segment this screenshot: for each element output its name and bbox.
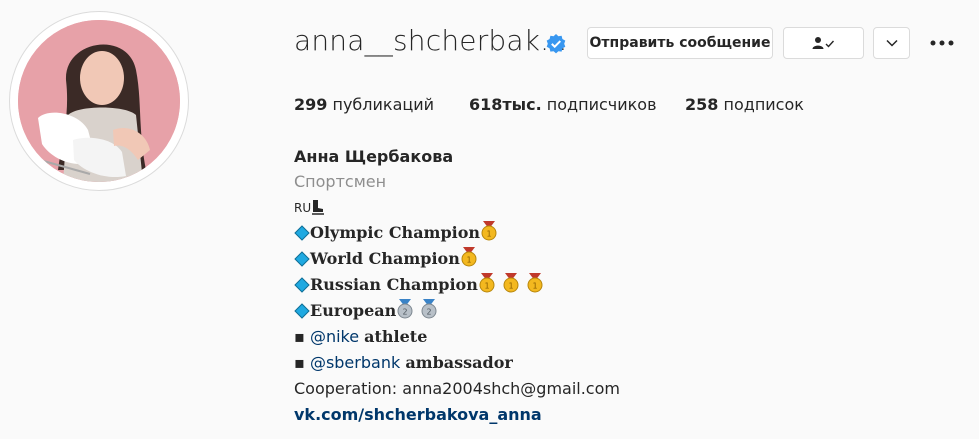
gold-medal-icon: 1 — [527, 273, 543, 293]
russian-text: Russian Champion — [310, 275, 478, 294]
bio-line-sberbank: ▪ @sberbank ambassador — [294, 350, 513, 376]
svg-text:1: 1 — [532, 282, 537, 291]
blue-diamond-icon — [294, 225, 310, 241]
world-text: World Champion — [310, 249, 460, 268]
cooperation-text: Cooperation: anna2004shch@gmail.com — [294, 379, 620, 398]
username: anna__shcherbak... — [294, 24, 568, 57]
user-check-icon — [812, 37, 834, 49]
silver-medal-icon: 2 — [397, 299, 413, 319]
bio-line-world: World Champion 1 — [294, 246, 478, 272]
blue-diamond-icon — [294, 303, 310, 319]
following-stat[interactable]: 258 подписок — [685, 95, 804, 114]
ice-skate-icon — [312, 200, 325, 215]
bullet: ▪ — [294, 327, 305, 346]
following-button[interactable] — [783, 27, 864, 59]
full-name: Анна Щербакова — [294, 147, 454, 166]
european-text: European — [310, 301, 397, 320]
followers-count: 618тыс. — [469, 95, 542, 114]
svg-text:1: 1 — [487, 230, 492, 239]
bio-line-olympic: Olympic Champion 1 — [294, 220, 498, 246]
gold-medal-icon: 1 — [479, 273, 495, 293]
bio-line-nike: ▪ @nike athlete — [294, 324, 427, 350]
svg-text:1: 1 — [466, 256, 471, 265]
profile-header: anna__shcherbak... Отправить сообщение 2… — [0, 0, 979, 439]
blue-diamond-icon — [294, 277, 310, 293]
nike-mention-link[interactable]: @nike — [310, 327, 359, 346]
chevron-down-icon — [885, 39, 898, 47]
verified-badge-icon — [545, 33, 567, 55]
profile-photo — [18, 20, 180, 182]
svg-text:2: 2 — [403, 308, 408, 317]
silver-medal-icon: 2 — [421, 299, 437, 319]
following-count: 258 — [685, 95, 719, 114]
bio-line-russian: Russian Champion 1 1 1 — [294, 272, 544, 298]
posts-count: 299 — [294, 95, 328, 114]
gold-medal-icon: 1 — [481, 221, 497, 241]
message-button[interactable]: Отправить сообщение — [587, 27, 773, 59]
gold-medal-icon: 1 — [503, 273, 519, 293]
svg-text:2: 2 — [427, 308, 432, 317]
bio-line-european: European 2 2 — [294, 298, 438, 324]
olympic-text: Olympic Champion — [310, 223, 481, 242]
posts-label: публикаций — [332, 95, 435, 114]
suggested-accounts-button[interactable] — [873, 27, 910, 59]
nike-role: athlete — [364, 327, 428, 346]
followers-stat[interactable]: 618тыс. подписчиков — [469, 95, 657, 114]
website-link[interactable]: vk.com/shcherbakova_anna — [294, 402, 542, 428]
svg-text:1: 1 — [508, 282, 513, 291]
avatar[interactable] — [18, 20, 180, 182]
options-button[interactable] — [930, 33, 954, 53]
gold-medal-icon: 1 — [461, 247, 477, 267]
bullet: ▪ — [294, 353, 305, 372]
category-label: Спортсмен — [294, 172, 387, 191]
bio-line-country: RU — [294, 194, 325, 221]
svg-text:1: 1 — [484, 282, 489, 291]
three-dots-icon — [930, 40, 954, 46]
sberbank-role: ambassador — [405, 353, 513, 372]
country-code: RU — [294, 201, 312, 215]
posts-stat: 299 публикаций — [294, 95, 434, 114]
followers-label: подписчиков — [546, 95, 657, 114]
following-label: подписок — [723, 95, 804, 114]
blue-diamond-icon — [294, 251, 310, 267]
sberbank-mention-link[interactable]: @sberbank — [310, 353, 400, 372]
